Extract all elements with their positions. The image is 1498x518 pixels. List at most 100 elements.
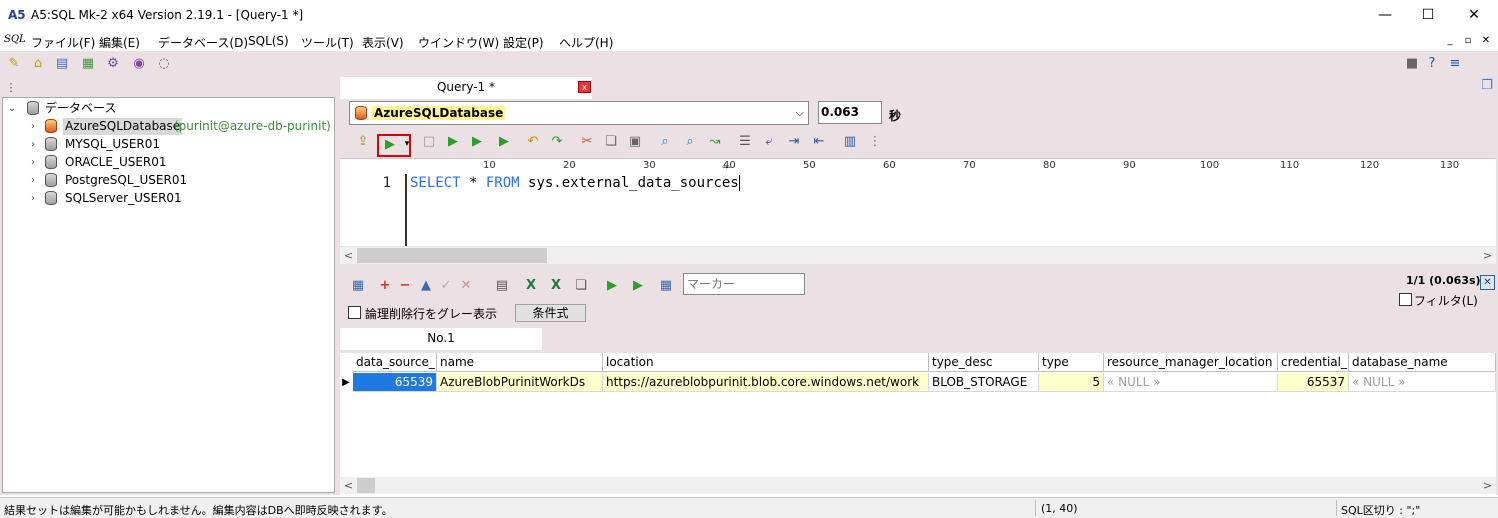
commit-check-icon[interactable]: ✓ — [437, 277, 455, 295]
copy-results-icon[interactable]: ❏ — [572, 277, 590, 295]
column-header[interactable]: type — [1039, 353, 1104, 372]
excel-icon[interactable]: X — [522, 277, 540, 295]
scroll-right-arrow[interactable]: > — [1479, 249, 1496, 262]
open-folder-icon[interactable]: ⌂ — [29, 55, 47, 73]
tree-item-oracle[interactable]: › ORACLE_USER01 — [3, 154, 333, 171]
table-cell[interactable]: https://azureblobpurinit.blob.core.windo… — [603, 373, 929, 392]
tree-root[interactable]: ⌄ データベース — [3, 100, 333, 117]
column-header[interactable]: data_source_id — [353, 353, 437, 372]
plugin-icon[interactable]: ◉ — [130, 55, 148, 73]
grid-view-icon[interactable]: ▦ — [657, 277, 675, 295]
close-window-button[interactable]: ✕ — [1451, 0, 1497, 31]
format-icon[interactable]: ▥ — [841, 133, 859, 151]
expand-arrow-icon[interactable]: › — [28, 154, 38, 171]
marker-input[interactable] — [683, 273, 805, 295]
tree-item-mysql[interactable]: › MYSQL_USER01 — [3, 136, 333, 153]
filter-checkbox[interactable] — [1399, 293, 1412, 306]
cut-icon[interactable]: ✂ — [578, 133, 596, 151]
menu-settings[interactable]: 設定(P) — [503, 34, 544, 51]
undo-icon[interactable]: ↶ — [524, 133, 542, 151]
table-cell[interactable]: 65539 — [353, 373, 437, 392]
tree-view-icon[interactable]: ⋮ — [2, 79, 20, 97]
column-header[interactable]: resource_manager_location — [1104, 353, 1278, 372]
scrollbar-thumb[interactable] — [357, 478, 375, 493]
table-list-icon[interactable]: ▦ — [79, 55, 97, 73]
export-icon[interactable]: ▤ — [493, 277, 511, 295]
check-circle-icon[interactable]: ◌ — [155, 55, 173, 73]
stop-icon[interactable]: ■ — [1403, 55, 1421, 73]
column-header[interactable]: credential_id — [1278, 353, 1349, 372]
panel-toggle-icon[interactable]: ❐ — [1478, 77, 1496, 95]
run-to-csv-icon[interactable]: ▶ — [468, 133, 486, 151]
tab-query-1[interactable]: Query-1 * x — [340, 77, 592, 99]
tree-item-postgresql[interactable]: › PostgreSQL_USER01 — [3, 172, 333, 189]
gray-deleted-checkbox[interactable] — [348, 306, 361, 319]
column-header[interactable]: type_desc — [929, 353, 1039, 372]
redo-icon[interactable]: ↷ — [548, 133, 566, 151]
result-grid[interactable]: data_source_id name location type_desc t… — [340, 350, 1496, 495]
close-tab-icon[interactable]: x — [578, 81, 591, 93]
expand-arrow-icon[interactable]: › — [28, 172, 38, 189]
sql-editor[interactable]: 1 SELECT * FROM sys.external_data_source… — [340, 174, 1496, 246]
connection-select[interactable]: AzureSQLDatabase ⌵ — [349, 101, 809, 125]
move-up-icon[interactable]: ▲ — [417, 277, 435, 295]
close-results-icon[interactable]: ✕ — [1480, 275, 1495, 290]
table-cell[interactable]: 5 — [1039, 373, 1104, 392]
tree-item-sqlserver[interactable]: › SQLServer_USER01 — [3, 190, 333, 207]
find-replace-icon[interactable]: ⌕ — [681, 133, 699, 151]
settings-gear-icon[interactable]: ⚙ — [104, 55, 122, 73]
language-icon[interactable]: ≡ — [1446, 55, 1464, 73]
rerun-explain-icon[interactable]: ▶ — [629, 277, 647, 295]
sql-code-line[interactable]: SELECT * FROM sys.external_data_sources — [410, 175, 740, 191]
run-to-grid-icon[interactable]: ▶ — [444, 133, 462, 151]
expand-arrow-icon[interactable]: › — [28, 190, 38, 207]
database-connect-icon[interactable]: ▤ — [53, 55, 71, 73]
table-cell[interactable]: « NULL » — [1349, 373, 1496, 392]
menu-window[interactable]: ウインドウ(W) — [418, 34, 499, 51]
menu-sql[interactable]: SQL(S) — [248, 34, 289, 48]
menu-tools[interactable]: ツール(T) — [301, 34, 354, 51]
grid-scrollbar[interactable]: < > — [340, 477, 1496, 494]
maximize-button[interactable]: ☐ — [1405, 0, 1451, 31]
delete-row-icon[interactable]: − — [396, 277, 414, 295]
help-icon[interactable]: ? — [1423, 55, 1441, 73]
table-cell[interactable]: BLOB_STORAGE — [929, 373, 1039, 392]
chevron-down-icon[interactable]: ⌵ — [796, 106, 804, 120]
menu-edit[interactable]: 編集(E) — [99, 34, 140, 51]
menu-help[interactable]: ヘルプ(H) — [559, 34, 613, 51]
column-header[interactable]: name — [437, 353, 603, 372]
expand-arrow-icon[interactable]: › — [28, 136, 38, 153]
run-explain-icon[interactable]: ▶ — [495, 133, 513, 151]
table-cell[interactable]: « NULL » — [1104, 373, 1278, 392]
table-cell[interactable]: 65537 — [1278, 373, 1349, 392]
paste-icon[interactable]: ▣ — [626, 133, 644, 151]
tree-item-azure[interactable]: › AzureSQLDatabase (purinit@azure-db-pur… — [3, 118, 333, 135]
new-query-icon[interactable]: ✎ — [5, 55, 23, 73]
wrap-icon[interactable]: ⤶ — [760, 133, 778, 151]
menu-database[interactable]: データベース(D) — [158, 34, 248, 51]
scroll-right-arrow[interactable]: > — [1479, 479, 1496, 492]
calendar-icon[interactable]: ▦ — [349, 277, 367, 295]
mdi-restore-button[interactable]: ▫ — [1460, 33, 1476, 49]
tab-result-1[interactable]: No.1 — [340, 328, 542, 350]
menu-view[interactable]: 表示(V) — [362, 34, 404, 51]
copy-icon[interactable]: ❏ — [602, 133, 620, 151]
add-row-icon[interactable]: + — [376, 277, 394, 295]
jump-icon[interactable]: ↝ — [706, 133, 724, 151]
mdi-minimize-button[interactable]: _ — [1442, 33, 1458, 49]
rerun-icon[interactable]: ▶ — [603, 277, 621, 295]
column-header[interactable]: database_name — [1349, 353, 1496, 372]
scrollbar-thumb[interactable] — [357, 248, 547, 263]
outdent-icon[interactable]: ⇤ — [810, 133, 828, 151]
stop-query-icon[interactable]: □ — [420, 133, 438, 151]
mdi-close-button[interactable]: ✕ — [1478, 33, 1494, 49]
indent-icon[interactable]: ⇥ — [785, 133, 803, 151]
excel-all-icon[interactable]: X — [547, 277, 565, 295]
minimize-button[interactable]: — — [1362, 0, 1408, 31]
align-icon[interactable]: ☰ — [736, 133, 754, 151]
collapse-arrow-icon[interactable]: ⌄ — [7, 100, 17, 117]
scroll-left-arrow[interactable]: < — [340, 479, 357, 492]
connection-icon[interactable]: ⇪ — [354, 133, 372, 151]
expand-arrow-icon[interactable]: › — [28, 118, 38, 135]
table-cell[interactable]: AzureBlobPurinitWorkDs — [437, 373, 603, 392]
